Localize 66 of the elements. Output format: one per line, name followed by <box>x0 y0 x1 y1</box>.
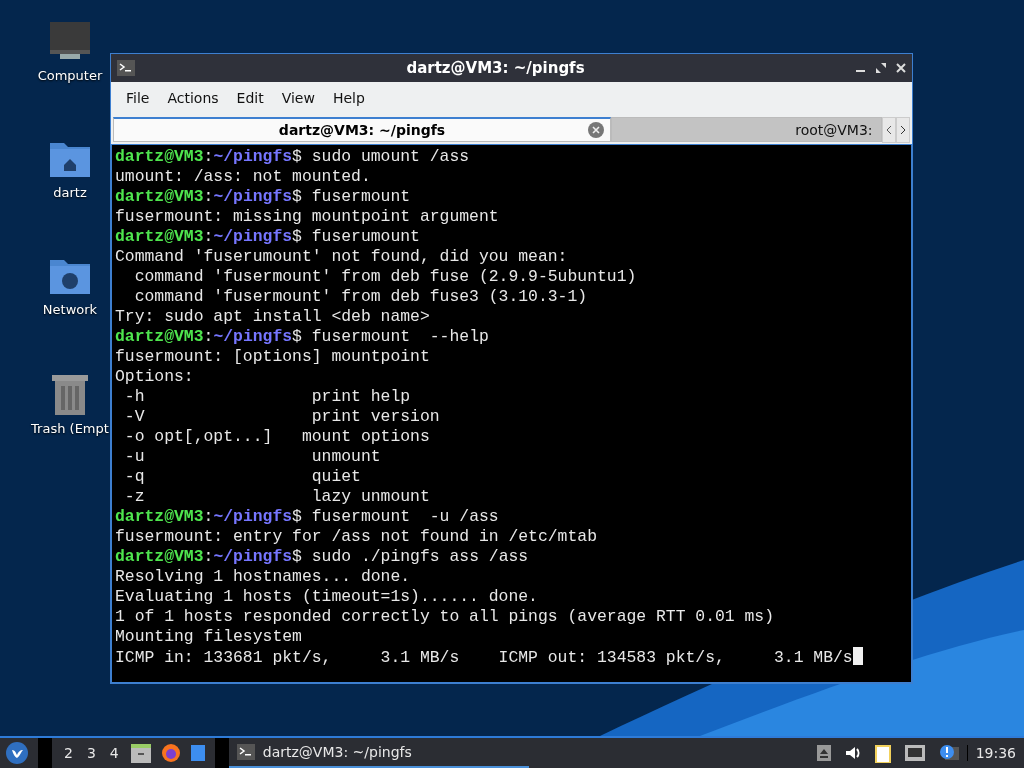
terminal-line: command 'fusermount' from deb fuse (2.9.9-5ubuntu1) <box>133 267 638 287</box>
taskbar-block <box>38 738 52 768</box>
terminal-line: fusermount: entry for /ass not found in /etc/mtab <box>115 527 598 547</box>
terminal-line: fusermount: [options] mountpoint <box>115 347 431 367</box>
terminal-line: command 'fusermount' from deb fuse3 (3.10.3-1) <box>133 287 589 307</box>
terminal-line: dartz@VM3:~/pingfs$ fuserumount <box>115 227 421 247</box>
notification-icon[interactable] <box>938 744 959 762</box>
terminal-line: dartz@VM3:~/pingfs$ fusermount <box>115 187 412 207</box>
terminal-line: dartz@VM3:~/pingfs$ fusermount --help <box>115 327 490 347</box>
browser-icon[interactable] <box>160 743 181 763</box>
menu-item[interactable]: View <box>272 90 324 106</box>
tab[interactable]: dartz@VM3: ~/pingfs <box>113 117 611 142</box>
workspace-button[interactable]: 2 <box>62 745 75 761</box>
terminal-line: Command 'fuserumount' not found, did you mean: <box>115 247 569 267</box>
terminal-icon <box>236 744 255 760</box>
eject-icon[interactable] <box>816 745 831 761</box>
desktop-icon-label[interactable]: Computer <box>37 68 103 83</box>
terminal-output[interactable] <box>111 144 912 683</box>
window-icon[interactable] <box>190 745 205 761</box>
file-cabinet-icon[interactable] <box>130 743 151 763</box>
terminal-line: Evaluating 1 hosts (timeout=1s)...... done. <box>115 587 539 607</box>
menu-item[interactable]: Actions <box>158 90 228 106</box>
desktop-icon-label[interactable]: Trash (Empt <box>31 421 109 436</box>
terminal-line: -o opt[,opt...] mount options <box>123 427 431 447</box>
terminal-line: Try: sudo apt install <deb name> <box>115 307 431 327</box>
computer-icon <box>48 22 92 62</box>
window-title: dartz@VM3: ~/pingfs <box>405 59 586 77</box>
tab[interactable]: root@VM3: <box>611 117 882 142</box>
trash-icon <box>50 373 90 415</box>
scroll-right-button[interactable] <box>896 117 910 143</box>
taskbar-block <box>214 738 229 768</box>
workspace-button[interactable]: 3 <box>84 745 98 761</box>
terminal-line: dartz@VM3:~/pingfs$ fusermount -u /ass <box>115 507 500 527</box>
workspace-button[interactable]: 4 <box>107 745 121 761</box>
desktop-icon-label[interactable]: Network <box>42 302 98 317</box>
menu-item[interactable]: File <box>117 90 159 106</box>
terminal-line: Resolving 1 hostnames... done. <box>115 567 412 587</box>
speaker-icon[interactable] <box>844 745 861 761</box>
maximize-icon[interactable] <box>876 63 886 73</box>
terminal-line: umount: /ass: not mounted. <box>115 167 372 187</box>
terminal-line: -V print version <box>123 407 441 427</box>
menu-item[interactable]: Help <box>323 90 374 106</box>
taskbar-window-button[interactable]: dartz@VM3: ~/pingfs <box>228 738 529 768</box>
terminal-line: dartz@VM3:~/pingfs$ sudo ./pingfs ass /ass <box>115 547 530 567</box>
start-menu-icon[interactable] <box>6 742 28 764</box>
clock[interactable]: 19:36 <box>966 745 1024 761</box>
terminal-line: -q quiet <box>123 467 362 487</box>
terminal-line: Options: <box>115 367 195 387</box>
chevron-right-icon <box>900 125 906 135</box>
terminal-line: 1 of 1 hosts responded correctly to all pings (average RTT 0.01 ms) <box>115 607 775 627</box>
terminal-icon <box>117 60 135 76</box>
terminal-line: ICMP in: 133681 pkt/s, 3.1 MB/s ICMP out: 134583 pkt/s, 3.1 MB/s <box>115 647 908 667</box>
clipboard-icon[interactable] <box>874 743 891 763</box>
desktop-icon-label[interactable]: dartz <box>53 185 87 200</box>
scroll-left-button[interactable] <box>882 117 896 143</box>
terminal-line: Mounting filesystem <box>115 627 303 647</box>
terminal-line: fusermount: missing mountpoint argument <box>115 207 500 227</box>
close-icon[interactable] <box>896 63 906 73</box>
terminal-line: -z lazy unmount <box>123 487 431 507</box>
terminal-line: -u unmount <box>123 447 382 467</box>
network-port-icon[interactable] <box>904 745 925 761</box>
terminal-line: -h print help <box>123 387 412 407</box>
chevron-left-icon <box>886 125 892 135</box>
close-tab-icon[interactable] <box>588 122 604 138</box>
terminal-line: dartz@VM3:~/pingfs$ sudo umount /ass <box>115 147 471 167</box>
menu-item[interactable]: Edit <box>227 90 273 106</box>
